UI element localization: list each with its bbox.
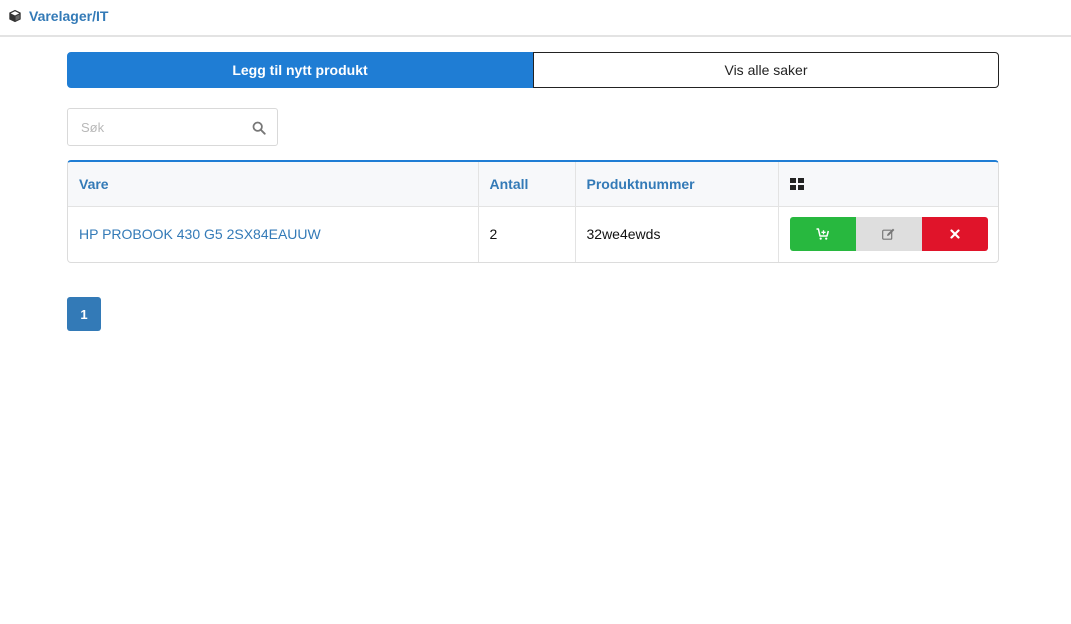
top-bar: Varelager / IT — [0, 0, 1071, 37]
cube-icon — [9, 9, 21, 23]
column-header-actions — [778, 162, 998, 207]
breadcrumb-root-link[interactable]: Varelager — [29, 8, 92, 24]
delete-button[interactable] — [921, 217, 988, 252]
breadcrumb: Varelager / IT — [8, 8, 108, 24]
edit-icon — [882, 228, 895, 241]
cart-plus-icon — [816, 228, 829, 240]
product-name-link[interactable]: HP PROBOOK 430 G5 2SX84EAUUW — [68, 206, 479, 262]
search-icon[interactable] — [252, 121, 266, 135]
show-all-button[interactable]: Vis alle saker — [533, 52, 999, 88]
action-button-row: Legg til nytt produkt Vis alle saker — [67, 52, 999, 88]
grid-icon — [789, 177, 804, 190]
search-box — [67, 108, 278, 146]
product-number: 32we4ewds — [575, 206, 779, 262]
edit-button[interactable] — [855, 217, 922, 252]
table-row: HP PROBOOK 430 G5 2SX84EAUUW 2 32we4ewds — [68, 206, 998, 262]
column-header-antall[interactable]: Antall — [478, 162, 576, 207]
close-icon — [949, 229, 960, 239]
column-header-vare[interactable]: Vare — [68, 162, 479, 207]
row-actions-cell — [778, 206, 998, 262]
add-product-button[interactable]: Legg til nytt produkt — [67, 52, 533, 88]
add-to-cart-button[interactable] — [789, 217, 856, 252]
search-input[interactable] — [68, 109, 277, 145]
row-actions — [789, 217, 988, 252]
table-header-row: Vare Antall Produktnummer — [68, 162, 998, 207]
pagination-page-1[interactable]: 1 — [67, 297, 101, 331]
breadcrumb-current-link[interactable]: IT — [96, 8, 108, 24]
column-header-produktnummer[interactable]: Produktnummer — [575, 162, 779, 207]
product-quantity: 2 — [478, 206, 576, 262]
inventory-table: Vare Antall Produktnummer HP PROBOOK 430… — [67, 160, 999, 263]
